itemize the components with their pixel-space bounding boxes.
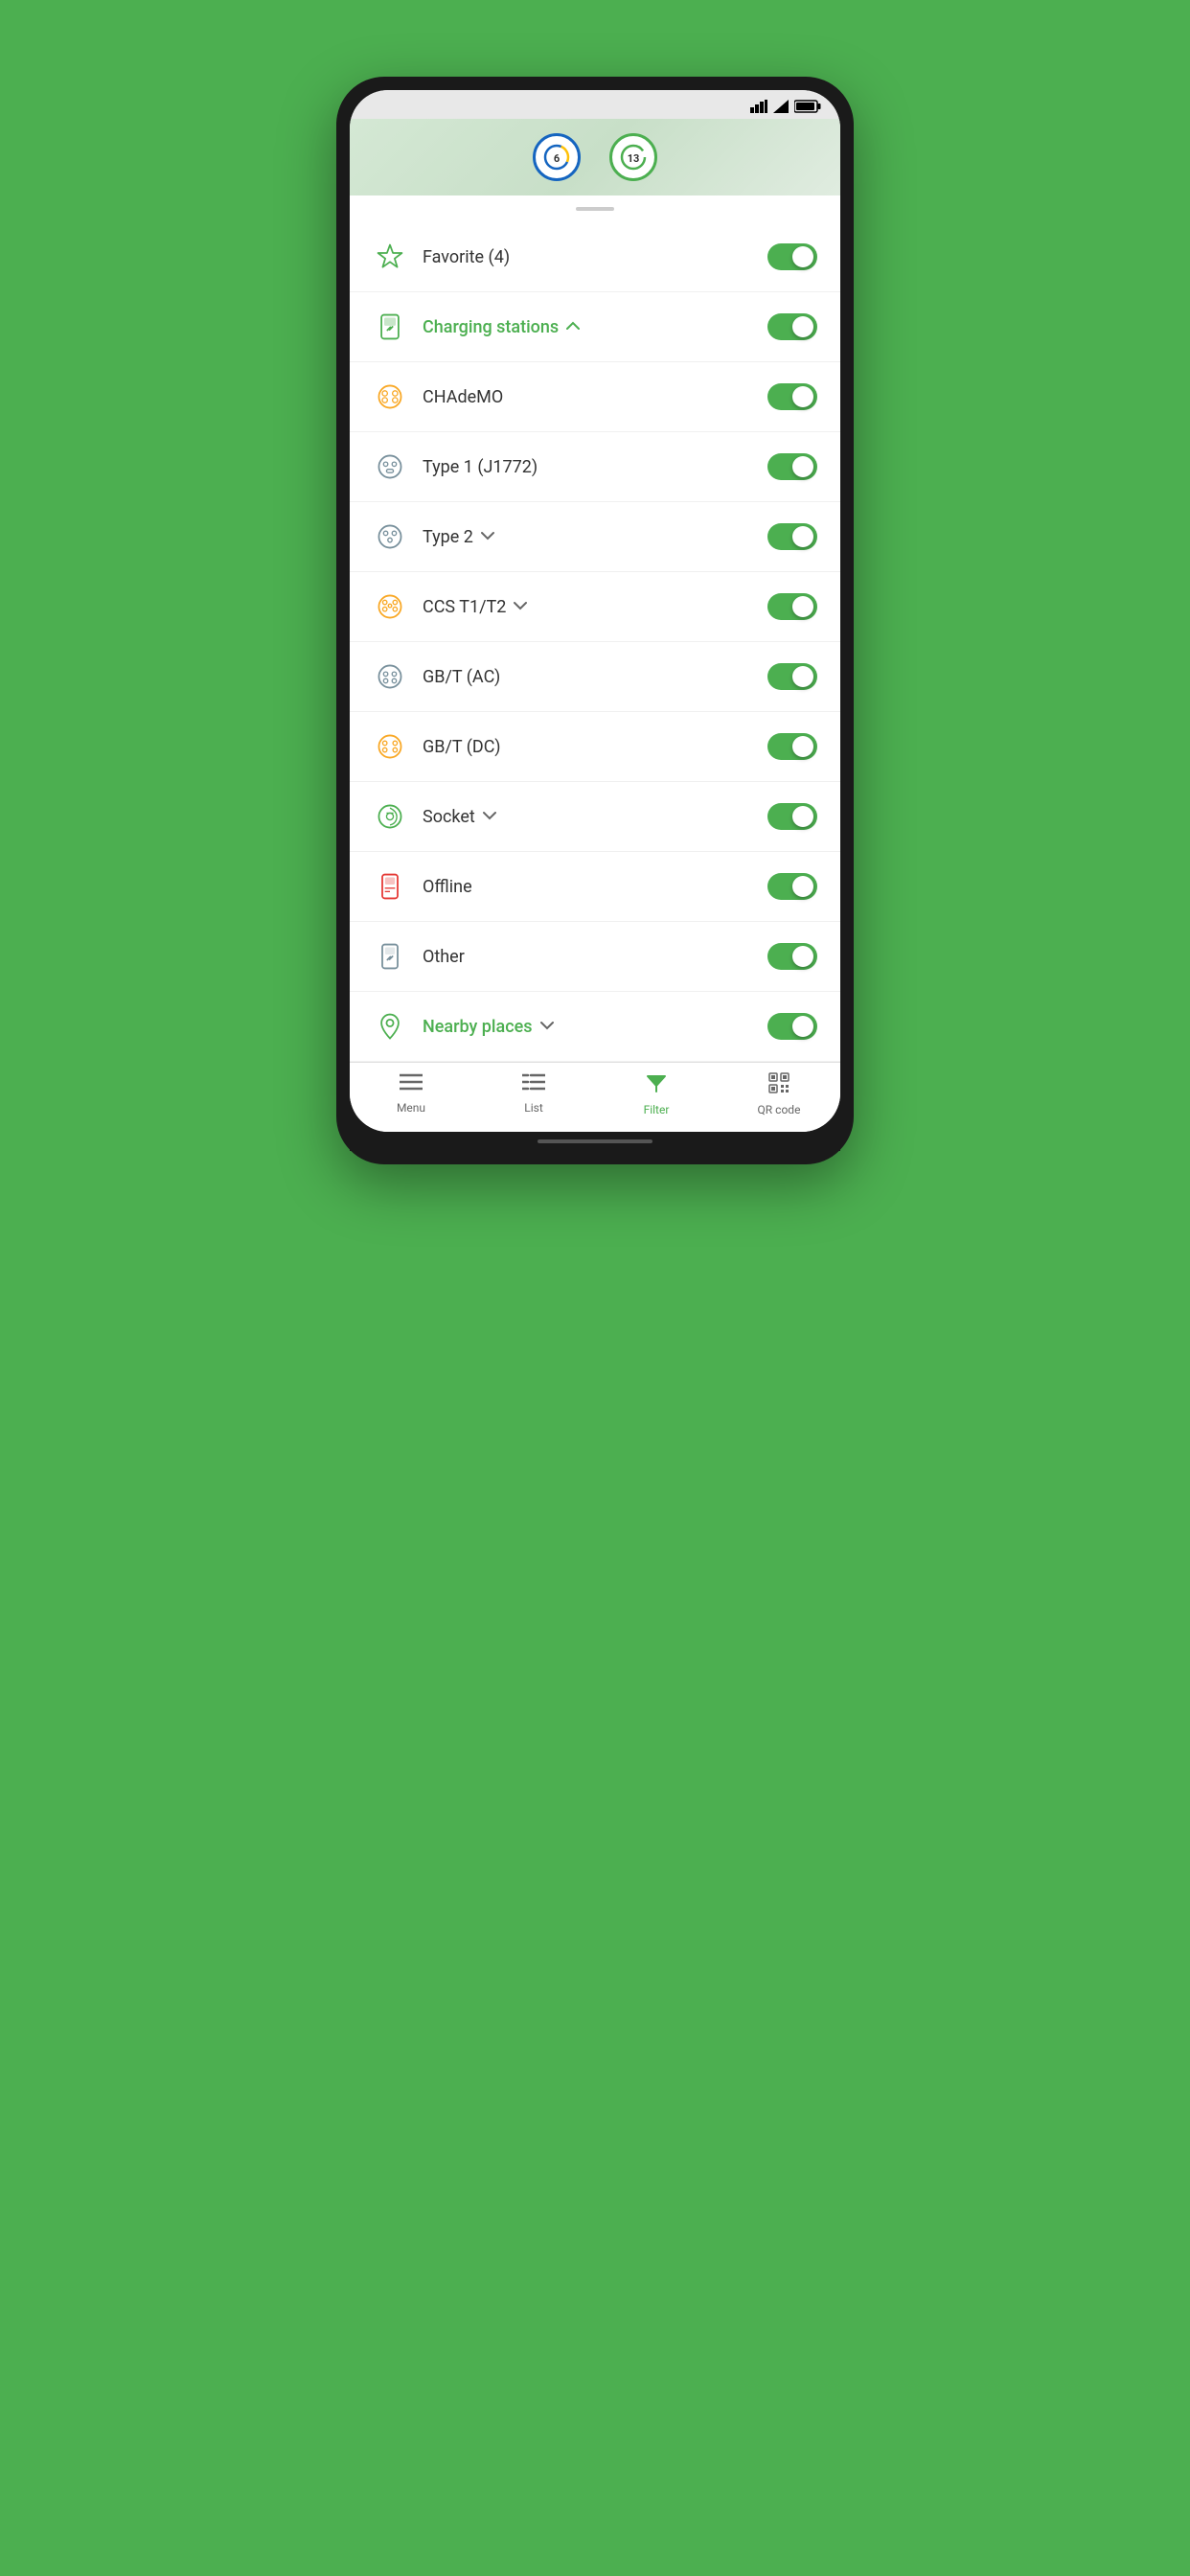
chevron-nearby_places-icon: [540, 1019, 554, 1034]
filter-item-gbt_dc[interactable]: GB/T (DC): [350, 712, 840, 782]
filter-label-other: Other: [423, 947, 752, 967]
filter-label-nearby_places: Nearby places: [423, 1017, 752, 1037]
phone-frame: 6 13 F: [336, 77, 854, 1164]
home-indicator: [350, 1132, 840, 1151]
filter-label-type1: Type 1 (J1772): [423, 457, 752, 477]
filter-icon-type1: [373, 449, 407, 484]
bottom-nav: Menu List Filter QR code: [350, 1062, 840, 1132]
chevron-type2-icon: [481, 529, 494, 544]
nav-label-list: List: [524, 1101, 543, 1115]
nav-item-list[interactable]: List: [472, 1072, 595, 1116]
filter-item-offline[interactable]: Offline: [350, 852, 840, 922]
filter-item-gbt_ac[interactable]: GB/T (AC): [350, 642, 840, 712]
filter-icon-other: [373, 939, 407, 974]
status-bar: [350, 90, 840, 119]
status-icons: [750, 100, 821, 113]
handle-bar: [576, 207, 614, 211]
chevron-charging_stations-icon: [566, 319, 580, 334]
svg-text:6: 6: [554, 152, 560, 165]
filter-label-charging_stations: Charging stations: [423, 317, 752, 337]
signal-icon: [750, 100, 767, 113]
filter-icon-gbt_dc: [373, 729, 407, 764]
toggle-gbt_dc[interactable]: [767, 733, 817, 760]
filter-panel: Favorite (4) Charging stations: [350, 222, 840, 1062]
toggle-charging_stations[interactable]: [767, 313, 817, 340]
toggle-type2[interactable]: [767, 523, 817, 550]
filter-label-socket: Socket: [423, 807, 752, 827]
filter-icon-ccs: [373, 589, 407, 624]
cell-icon: [773, 100, 789, 113]
filter-item-type1[interactable]: Type 1 (J1772): [350, 432, 840, 502]
filter-icon-socket: [373, 799, 407, 834]
filter-label-gbt_ac: GB/T (AC): [423, 667, 752, 687]
filter-item-charging_stations[interactable]: Charging stations: [350, 292, 840, 362]
nav-label-filter: Filter: [644, 1103, 670, 1116]
battery-icon: [794, 100, 821, 113]
filter-icon-charging_stations: [373, 310, 407, 344]
filter-label-offline: Offline: [423, 877, 752, 897]
toggle-chademo[interactable]: [767, 383, 817, 410]
toggle-offline[interactable]: [767, 873, 817, 900]
filter-icon: [646, 1072, 667, 1099]
map-marker-2: 13: [609, 133, 657, 181]
chevron-socket-icon: [483, 809, 496, 824]
filter-item-type2[interactable]: Type 2: [350, 502, 840, 572]
toggle-type1[interactable]: [767, 453, 817, 480]
filter-icon-favorite: [373, 240, 407, 274]
toggle-socket[interactable]: [767, 803, 817, 830]
filter-icon-chademo: [373, 380, 407, 414]
filter-icon-nearby_places: [373, 1009, 407, 1044]
nav-item-filter[interactable]: Filter: [595, 1072, 718, 1116]
nav-label-menu: Menu: [397, 1101, 425, 1115]
filter-item-chademo[interactable]: CHAdeMO: [350, 362, 840, 432]
toggle-nearby_places[interactable]: [767, 1013, 817, 1040]
filter-item-ccs[interactable]: CCS T1/T2: [350, 572, 840, 642]
filter-label-type2: Type 2: [423, 527, 752, 547]
panel-handle[interactable]: [350, 196, 840, 222]
filter-item-nearby_places[interactable]: Nearby places: [350, 992, 840, 1062]
filter-label-chademo: CHAdeMO: [423, 387, 752, 407]
chevron-ccs-icon: [514, 599, 527, 614]
qr-icon: [768, 1072, 790, 1099]
filter-icon-type2: [373, 519, 407, 554]
toggle-ccs[interactable]: [767, 593, 817, 620]
nav-label-qrcode: QR code: [758, 1103, 801, 1116]
map-preview: 6 13: [350, 119, 840, 196]
toggle-gbt_ac[interactable]: [767, 663, 817, 690]
filter-item-other[interactable]: Other: [350, 922, 840, 992]
svg-text:13: 13: [628, 152, 640, 165]
home-bar: [538, 1139, 652, 1143]
filter-icon-gbt_ac: [373, 659, 407, 694]
list-icon: [522, 1072, 545, 1097]
filter-item-socket[interactable]: Socket: [350, 782, 840, 852]
filter-item-favorite[interactable]: Favorite (4): [350, 222, 840, 292]
nav-item-qrcode[interactable]: QR code: [718, 1072, 840, 1116]
map-marker-1: 6: [533, 133, 581, 181]
filter-label-ccs: CCS T1/T2: [423, 597, 752, 617]
filter-label-favorite: Favorite (4): [423, 247, 752, 267]
nav-item-menu[interactable]: Menu: [350, 1072, 472, 1116]
menu-icon: [400, 1072, 423, 1097]
filter-label-gbt_dc: GB/T (DC): [423, 737, 752, 757]
filter-icon-offline: [373, 869, 407, 904]
toggle-other[interactable]: [767, 943, 817, 970]
toggle-favorite[interactable]: [767, 243, 817, 270]
